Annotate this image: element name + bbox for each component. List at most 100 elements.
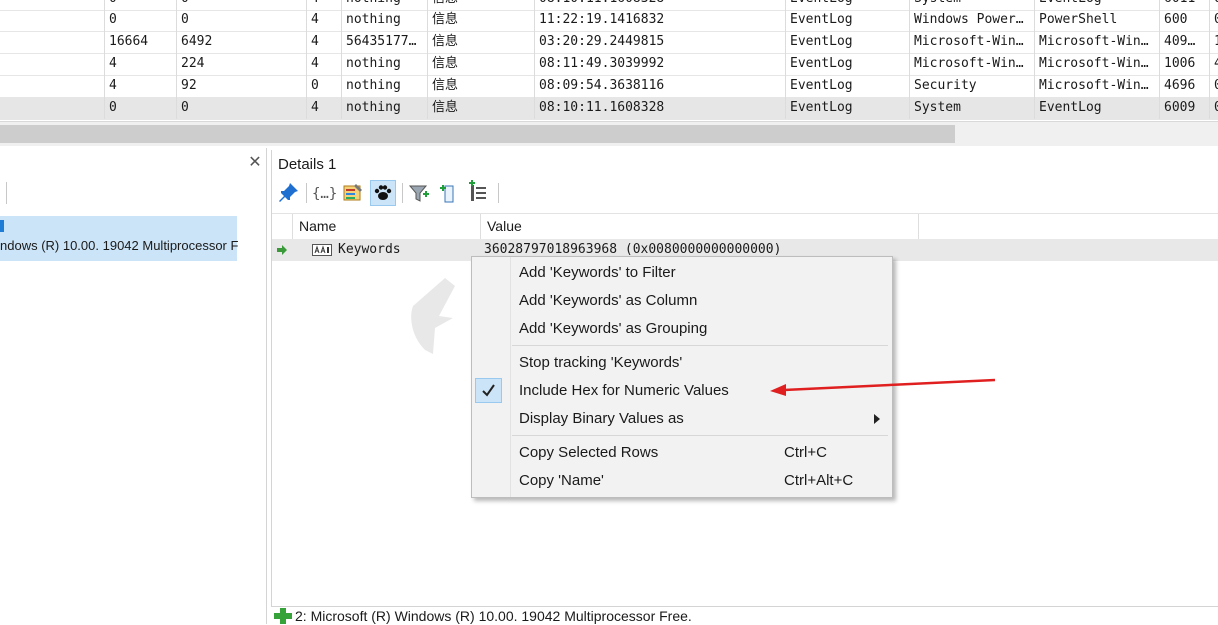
table-cell: System bbox=[909, 97, 1034, 119]
table-cell: nothing bbox=[341, 9, 427, 31]
svg-text:{…}: {…} bbox=[312, 186, 336, 202]
menu-item-label: Include Hex for Numeric Values bbox=[519, 382, 729, 399]
table-cell: 08:09:54.3638116 bbox=[534, 75, 785, 97]
tree-node-icon bbox=[0, 220, 4, 232]
table-cell: 224 bbox=[176, 53, 306, 75]
table-cell: 信息 bbox=[427, 75, 534, 97]
add-column-icon[interactable] bbox=[436, 180, 462, 206]
menu-separator bbox=[512, 435, 888, 436]
table-row[interactable]: 0 0 4 nothing 信息 11:22:19.1416832 EventL… bbox=[0, 9, 1218, 32]
table-cell: 6009 bbox=[1159, 97, 1209, 119]
tree-item-selected[interactable]: ndows (R) 10.00. 19042 Multiprocessor F bbox=[0, 216, 238, 261]
details-row-name: Keywords bbox=[338, 242, 401, 257]
table-cell: Microsoft-Win… bbox=[1034, 31, 1159, 53]
horizontal-scrollbar[interactable] bbox=[0, 121, 1218, 146]
table-row[interactable]: 4 224 4 nothing 信息 08:11:49.3039992 Even… bbox=[0, 53, 1218, 76]
column-header-empty bbox=[918, 214, 1218, 239]
table-cell: 信息 bbox=[427, 97, 534, 119]
menu-item-include-hex[interactable]: Include Hex for Numeric Values bbox=[472, 377, 892, 405]
table-cell: 0 bbox=[104, 97, 176, 119]
column-header-gutter bbox=[272, 214, 292, 239]
close-icon[interactable]: ✕ bbox=[246, 154, 264, 172]
table-cell: EventLog bbox=[785, 97, 909, 119]
menu-item-label: Add 'Keywords' to Filter bbox=[519, 264, 676, 281]
table-row[interactable]: 16664 6492 4 56435177… 信息 03:20:29.24498… bbox=[0, 31, 1218, 54]
table-cell: 6492 bbox=[176, 31, 306, 53]
table-cell: 0 bbox=[306, 75, 341, 97]
pin-icon[interactable] bbox=[276, 180, 302, 206]
table-cell: EventLog bbox=[785, 53, 909, 75]
menu-item-label: Add 'Keywords' as Column bbox=[519, 292, 698, 309]
toolbar-separator bbox=[0, 182, 7, 204]
table-cell: 56435177… bbox=[341, 31, 427, 53]
menu-item-label: Copy 'Name' bbox=[519, 472, 604, 489]
menu-item-label: Copy Selected Rows bbox=[519, 444, 659, 461]
menu-item-copy-selected-rows[interactable]: Copy Selected Rows Ctrl+C bbox=[472, 439, 892, 467]
grouping-icon[interactable] bbox=[466, 180, 492, 206]
braces-icon[interactable]: {…} bbox=[310, 180, 337, 206]
table-cell: 1 bbox=[1209, 31, 1218, 53]
table-cell: nothing bbox=[341, 53, 427, 75]
table-cell: Microsoft-Win… bbox=[909, 53, 1034, 75]
table-cell: 0 bbox=[1209, 97, 1218, 119]
table-cell: 0 bbox=[1209, 9, 1218, 31]
toolbar-separator bbox=[306, 183, 307, 203]
menu-item-copy-name[interactable]: Copy 'Name' Ctrl+Alt+C bbox=[472, 467, 892, 495]
table-cell: 4 bbox=[306, 31, 341, 53]
column-header-name[interactable]: Name bbox=[292, 214, 480, 239]
left-pane: ✕ ndows (R) 10.00. 19042 Multiprocessor … bbox=[0, 148, 267, 624]
table-cell: 08:11:49.3039992 bbox=[534, 53, 785, 75]
table-cell: 1006 bbox=[1159, 53, 1209, 75]
menu-item-display-binary[interactable]: Display Binary Values as bbox=[472, 405, 892, 433]
status-bar: 2: Microsoft (R) Windows (R) 10.00. 1904… bbox=[271, 606, 1218, 625]
toolbar-separator bbox=[402, 183, 403, 203]
table-cell: nothing bbox=[341, 75, 427, 97]
table-cell: 4 bbox=[306, 9, 341, 31]
table-row[interactable]: 4 92 0 nothing 信息 08:09:54.3638116 Event… bbox=[0, 75, 1218, 98]
table-cell: 11:22:19.1416832 bbox=[534, 9, 785, 31]
submenu-arrow-icon bbox=[874, 414, 880, 424]
table-cell: nothing bbox=[341, 97, 427, 119]
table-cell: 03:20:29.2449815 bbox=[534, 31, 785, 53]
table-cell: 0 bbox=[176, 97, 306, 119]
table-cell: 08:10:11.1608328 bbox=[534, 97, 785, 119]
properties-icon[interactable] bbox=[340, 180, 366, 206]
toolbar-separator bbox=[498, 183, 499, 203]
table-cell: 4696 bbox=[1159, 75, 1209, 97]
table-cell: Microsoft-Win… bbox=[909, 31, 1034, 53]
table-cell: EventLog bbox=[785, 75, 909, 97]
field-type-icon bbox=[312, 244, 332, 256]
table-cell: 0 bbox=[1209, 75, 1218, 97]
table-cell: Security bbox=[909, 75, 1034, 97]
paw-icon[interactable] bbox=[370, 180, 396, 206]
table-cell: 信息 bbox=[427, 31, 534, 53]
menu-item-shortcut: Ctrl+Alt+C bbox=[784, 472, 854, 489]
scrollbar-thumb[interactable] bbox=[0, 125, 955, 143]
column-header-value[interactable]: Value bbox=[480, 214, 918, 239]
table-cell: 0 bbox=[176, 9, 306, 31]
menu-item-stop-tracking[interactable]: Stop tracking 'Keywords' bbox=[472, 349, 892, 377]
menu-item-add-to-filter[interactable]: Add 'Keywords' to Filter bbox=[472, 259, 892, 287]
table-cell: EventLog bbox=[1034, 97, 1159, 119]
table-cell: 92 bbox=[176, 75, 306, 97]
menu-separator bbox=[512, 345, 888, 346]
pane-title: Details 1 bbox=[278, 156, 337, 173]
menu-item-add-as-column[interactable]: Add 'Keywords' as Column bbox=[472, 287, 892, 315]
green-puzzle-icon bbox=[274, 608, 292, 624]
table-cell: 0 bbox=[104, 9, 176, 31]
table-cell: 4 bbox=[104, 75, 176, 97]
menu-item-add-as-grouping[interactable]: Add 'Keywords' as Grouping bbox=[472, 315, 892, 343]
table-cell: Windows Power… bbox=[909, 9, 1034, 31]
table-cell: 4 bbox=[1209, 53, 1218, 75]
filter-icon[interactable] bbox=[406, 180, 432, 206]
menu-item-label: Display Binary Values as bbox=[519, 410, 684, 427]
column-header-row: Name Value bbox=[272, 213, 1218, 240]
table-cell: 4 bbox=[306, 53, 341, 75]
table-cell: 信息 bbox=[427, 53, 534, 75]
menu-item-shortcut: Ctrl+C bbox=[784, 444, 827, 461]
menu-item-label: Stop tracking 'Keywords' bbox=[519, 354, 683, 371]
table-cell: 信息 bbox=[427, 9, 534, 31]
table-cell: PowerShell bbox=[1034, 9, 1159, 31]
table-row-selected[interactable]: 0 0 4 nothing 信息 08:10:11.1608328 EventL… bbox=[0, 97, 1218, 120]
table-cell: 409… bbox=[1159, 31, 1209, 53]
